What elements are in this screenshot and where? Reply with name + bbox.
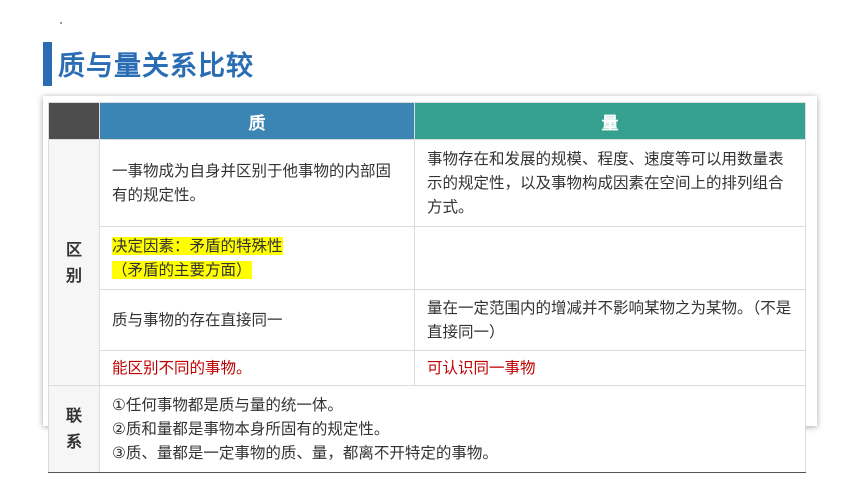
table-row: 质与事物的存在直接同一 量在一定范围内的增减并不影响某物之为某物。（不是直接同一… <box>49 289 806 351</box>
table-corner-cell <box>48 102 100 140</box>
cell-quality-definition: 一事物成为自身并区别于他事物的内部固有的规定性。 <box>99 139 415 227</box>
highlighted-text: 决定因素：矛盾的特殊性 <box>112 237 283 255</box>
side-label-char: 别 <box>65 265 82 285</box>
side-label-char: 区 <box>65 239 82 259</box>
cell-quality-relation: 质与事物的存在直接同一 <box>99 289 415 351</box>
side-label-connection: 联 系 <box>48 385 100 473</box>
side-label-char: 系 <box>65 432 82 451</box>
cell-quality-function: 能区别不同的事物。 <box>99 350 415 386</box>
title-accent-bar <box>43 42 52 86</box>
side-label-difference: 区 别 <box>48 139 100 386</box>
cell-quantity-empty <box>414 226 806 290</box>
side-label-char: 联 <box>65 406 82 425</box>
table-header-row: 质 量 <box>48 102 806 140</box>
connection-line: ①任何事物都是质与量的统一体。 <box>112 396 343 414</box>
highlighted-text: （矛盾的主要方面） <box>112 261 252 279</box>
decorative-dot <box>60 22 62 24</box>
comparison-table: 质 量 区 别 一事物成为自身并区别于他事物的内部固有的规定性。 事物存在和发展… <box>48 102 806 473</box>
table-row: 区 别 一事物成为自身并区别于他事物的内部固有的规定性。 事物存在和发展的规模、… <box>48 139 806 386</box>
header-quantity: 量 <box>414 102 806 140</box>
connection-line: ②质和量都是事物本身所固有的规定性。 <box>112 420 390 438</box>
cell-quantity-relation: 量在一定范围内的增减并不影响某物之为某物。（不是直接同一） <box>414 289 806 351</box>
cell-quantity-definition: 事物存在和发展的规模、程度、速度等可以用数量表示的规定性，以及事物构成因素在空间… <box>414 139 806 227</box>
cell-connection: ①任何事物都是质与量的统一体。 ②质和量都是事物本身所固有的规定性。 ③质、量都… <box>99 385 806 473</box>
table-row: 决定因素：矛盾的特殊性 （矛盾的主要方面） <box>49 226 806 290</box>
table-row: 联 系 ①任何事物都是质与量的统一体。 ②质和量都是事物本身所固有的规定性。 ③… <box>48 385 806 473</box>
connection-line: ③质、量都是一定事物的质、量，都离不开特定的事物。 <box>112 444 498 462</box>
cell-quality-determinant: 决定因素：矛盾的特殊性 （矛盾的主要方面） <box>99 226 415 290</box>
cell-quantity-function: 可认识同一事物 <box>414 350 806 386</box>
page-title: 质与量关系比较 <box>58 51 254 82</box>
table-row: 能区别不同的事物。 可认识同一事物 <box>49 350 806 386</box>
header-quality: 质 <box>99 102 415 140</box>
